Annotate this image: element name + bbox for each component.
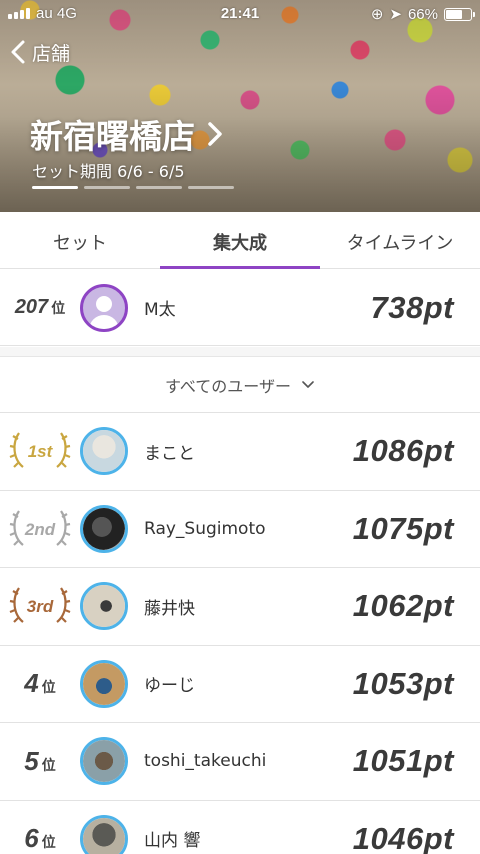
rank-number: 4: [24, 668, 39, 699]
user-name: 山内 響: [144, 831, 201, 852]
silver-medal-icon: 2nd: [0, 503, 80, 555]
back-button[interactable]: 店舗: [8, 38, 70, 66]
user-name: まこと: [144, 443, 195, 464]
my-rank: 207 位: [0, 296, 80, 319]
rank-number: 5: [24, 745, 39, 776]
my-rank-number: 207: [14, 296, 49, 318]
chevron-left-icon: [11, 40, 25, 64]
table-row[interactable]: 1st まこと 1086pt: [0, 413, 480, 491]
chevron-right-icon: [208, 122, 222, 146]
user-name: toshi_takeuchi: [144, 751, 267, 772]
page-dot: [188, 186, 234, 189]
gym-name: 新宿曙橋店: [30, 117, 195, 156]
tab-bar: セット 集大成 タイムライン: [0, 212, 480, 269]
page-indicator: [32, 186, 234, 189]
set-period: セット期間 6/6 - 6/5: [32, 162, 185, 181]
chevron-down-icon: [302, 381, 314, 388]
rank-suffix: 位: [51, 301, 66, 317]
rank-suffix: 位: [41, 680, 56, 697]
ranking-list: 1st まこと 1086pt 2nd Ray_Sugimoto 1075pt 3…: [0, 413, 480, 854]
avatar[interactable]: [80, 427, 128, 476]
user-filter-dropdown[interactable]: すべてのユーザー: [0, 358, 480, 413]
user-points: 1051pt: [352, 743, 454, 779]
user-name: ゆーじ: [144, 676, 195, 697]
battery-icon: [444, 7, 475, 21]
location-arrow-icon: ➤: [389, 6, 402, 23]
avatar[interactable]: [80, 582, 128, 631]
table-row[interactable]: 6 位 山内 響 1046pt: [0, 801, 480, 854]
page-dot: [84, 186, 130, 189]
svg-text:2nd: 2nd: [24, 520, 56, 539]
user-points: 1075pt: [352, 510, 454, 546]
rank: 5 位: [0, 746, 80, 777]
svg-text:1st: 1st: [28, 442, 54, 461]
battery-percent: 66%: [407, 5, 438, 23]
table-row[interactable]: 3rd 藤井快 1062pt: [0, 568, 480, 646]
page-dot: [136, 186, 182, 189]
orientation-lock-icon: ⊕: [370, 6, 384, 23]
tab-set[interactable]: セット: [0, 212, 160, 268]
avatar[interactable]: [80, 659, 128, 708]
filter-label: すべてのユーザー: [165, 377, 291, 396]
table-row[interactable]: 4 位 ゆーじ 1053pt: [0, 646, 480, 723]
avatar[interactable]: [80, 283, 128, 332]
tab-timeline[interactable]: タイムライン: [320, 212, 480, 268]
section-divider: [0, 347, 480, 357]
rank: 4 位: [0, 668, 80, 699]
tab-culmination[interactable]: 集大成: [160, 212, 320, 269]
avatar[interactable]: [80, 814, 128, 854]
rank-suffix: 位: [41, 835, 56, 852]
bronze-medal-icon: 3rd: [0, 580, 80, 632]
table-row[interactable]: 5 位 toshi_takeuchi 1051pt: [0, 723, 480, 801]
rank: 6 位: [0, 823, 80, 854]
my-points: 738pt: [370, 289, 454, 325]
rank-number: 6: [24, 823, 39, 854]
user-name: 藤井快: [144, 598, 195, 619]
avatar[interactable]: [80, 737, 128, 786]
status-bar: au 4G 21:41 ⊕ ➤ 66%: [0, 0, 480, 28]
avatar[interactable]: [80, 504, 128, 553]
gold-medal-icon: 1st: [0, 425, 80, 477]
svg-text:3rd: 3rd: [27, 597, 54, 616]
user-points: 1046pt: [352, 820, 454, 854]
rank-suffix: 位: [41, 757, 56, 774]
table-row[interactable]: 2nd Ray_Sugimoto 1075pt: [0, 491, 480, 568]
my-rank-row[interactable]: 207 位 M太 738pt: [0, 270, 480, 346]
back-label: 店舗: [32, 42, 71, 65]
my-name: M太: [144, 300, 176, 320]
gym-title-link[interactable]: 新宿曙橋店: [30, 110, 223, 158]
user-points: 1062pt: [352, 588, 454, 624]
user-name: Ray_Sugimoto: [144, 518, 266, 539]
user-points: 1053pt: [352, 665, 454, 701]
page-dot: [32, 186, 78, 189]
user-points: 1086pt: [352, 433, 454, 469]
